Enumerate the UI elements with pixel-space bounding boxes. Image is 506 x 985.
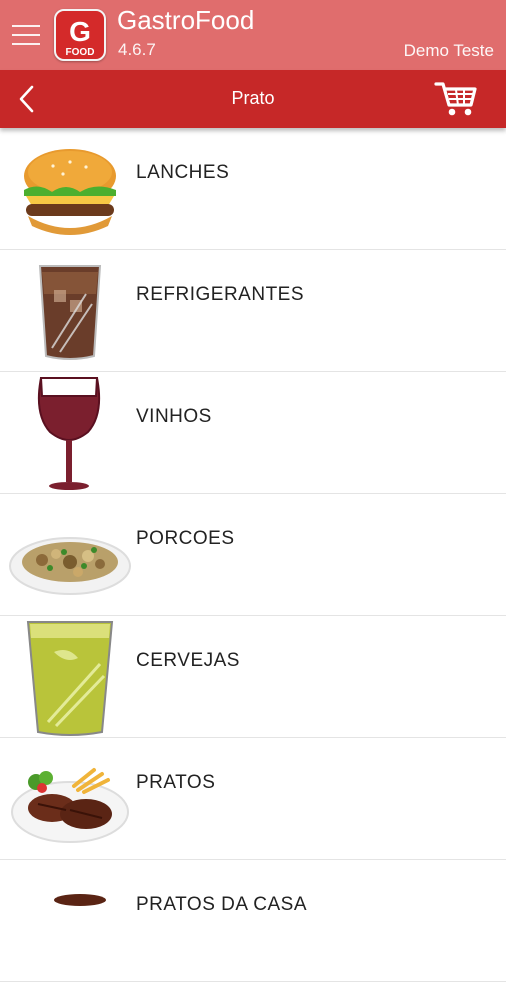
category-label: CERVEJAS <box>136 650 240 671</box>
category-label: VINHOS <box>136 406 212 427</box>
page-title: Prato <box>231 88 275 108</box>
category-label: PORCOES <box>136 528 235 549</box>
snack-plate-icon <box>8 504 132 614</box>
beer-glass-icon <box>8 621 132 736</box>
category-item-pratos-da-casa[interactable]: PRATOS DA CASA <box>0 860 506 982</box>
burger-icon <box>8 138 132 248</box>
wine-glass-icon <box>8 377 132 492</box>
category-label: LANCHES <box>136 162 230 183</box>
category-label: REFRIGERANTES <box>136 284 305 305</box>
app-bar: G FOOD GastroFood 4.6.7 Demo Teste <box>0 0 506 70</box>
app-name: GastroFood <box>117 5 255 35</box>
svg-text:G: G <box>69 16 91 47</box>
hamburger-menu-icon[interactable] <box>12 18 40 50</box>
category-item-lanches[interactable]: LANCHES <box>0 128 506 250</box>
shopping-cart-icon[interactable] <box>434 79 478 119</box>
toolbar: Prato <box>0 70 506 128</box>
category-item-pratos[interactable]: PRATOS <box>0 738 506 860</box>
app-logo: G FOOD <box>54 9 106 61</box>
category-item-cervejas[interactable]: CERVEJAS <box>0 616 506 738</box>
app-version: 4.6.7 <box>118 40 156 59</box>
user-name[interactable]: Demo Teste <box>404 41 494 61</box>
category-item-refrigerantes[interactable]: REFRIGERANTES <box>0 250 506 372</box>
category-label: PRATOS DA CASA <box>136 894 308 915</box>
soda-glass-icon <box>8 260 132 370</box>
steak-plate-icon <box>8 748 132 858</box>
category-item-vinhos[interactable]: VINHOS <box>0 372 506 494</box>
category-label: PRATOS <box>136 772 216 793</box>
svg-text:FOOD: FOOD <box>66 47 95 58</box>
category-item-porcoes[interactable]: PORCOES <box>0 494 506 616</box>
category-list: LANCHES REFRIGERANTES VINHOS PORCOES CER… <box>0 128 506 982</box>
house-dish-icon <box>8 870 132 980</box>
